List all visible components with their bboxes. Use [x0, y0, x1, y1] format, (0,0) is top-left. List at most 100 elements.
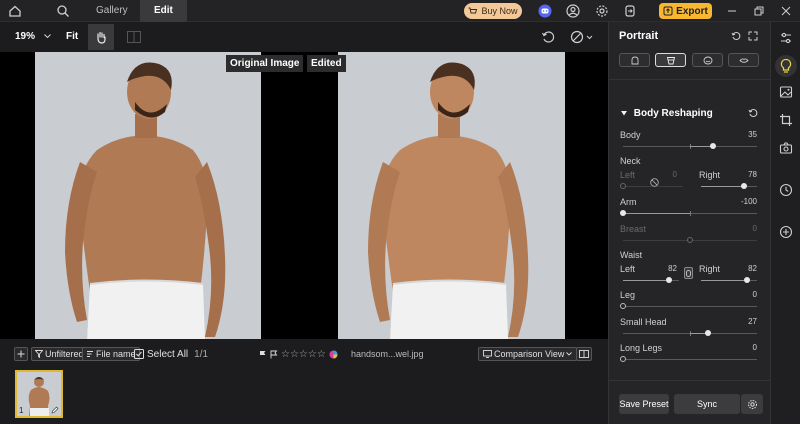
- image-canvas[interactable]: Original Image Edited: [0, 52, 608, 339]
- buy-now-button[interactable]: Buy Now: [464, 3, 522, 19]
- monitor-icon: [483, 350, 492, 358]
- restore-icon[interactable]: [751, 3, 767, 19]
- waist-right-label: Right: [699, 264, 721, 274]
- share-icon[interactable]: [622, 3, 638, 19]
- neck-right-handle[interactable]: [741, 183, 747, 189]
- export-button[interactable]: Export: [659, 3, 712, 19]
- photo-thumbnail[interactable]: 1: [15, 370, 63, 418]
- waist-left-label: Left: [620, 264, 636, 274]
- star-rating-icon[interactable]: ☆☆☆☆☆: [281, 349, 326, 360]
- edited-photo: [338, 52, 565, 339]
- leg-slider-handle[interactable]: [620, 303, 626, 309]
- zoom-level[interactable]: 19%: [15, 31, 51, 42]
- crop-icon[interactable]: [778, 112, 794, 128]
- split-view-icon[interactable]: [127, 31, 141, 43]
- sync-settings-button[interactable]: [741, 394, 763, 414]
- image-icon[interactable]: [778, 84, 794, 100]
- camera-icon[interactable]: [778, 140, 794, 156]
- reset-icon[interactable]: [731, 31, 741, 41]
- hand-tool-button[interactable]: [88, 24, 114, 50]
- settings-gear-icon[interactable]: [594, 3, 610, 19]
- breast-slider-handle[interactable]: [687, 237, 693, 243]
- breast-slider[interactable]: [623, 237, 757, 243]
- fit-button[interactable]: Fit: [66, 31, 78, 42]
- lock-disabled-icon[interactable]: [650, 178, 659, 187]
- minimize-icon[interactable]: [724, 3, 740, 19]
- tool-rail: [770, 22, 800, 424]
- history-clock-icon[interactable]: [778, 182, 794, 198]
- chevron-down-icon: [566, 352, 573, 356]
- discord-icon[interactable]: [537, 3, 553, 19]
- body-label: Body: [620, 130, 641, 140]
- body-mode-button[interactable]: [655, 53, 686, 67]
- body-reshaping-header[interactable]: Body Reshaping: [621, 108, 713, 119]
- expand-icon[interactable]: [748, 31, 758, 41]
- face-icon: [630, 56, 640, 65]
- arm-slider[interactable]: [620, 210, 757, 216]
- undo-history-icon[interactable]: [541, 30, 555, 44]
- neck-left-label: Left: [620, 170, 636, 180]
- save-preset-button[interactable]: Save Preset: [619, 394, 669, 414]
- account-icon[interactable]: [565, 3, 581, 19]
- buy-now-label: Buy Now: [481, 6, 518, 16]
- tab-gallery[interactable]: Gallery: [82, 0, 142, 22]
- original-image-label: Original Image: [226, 55, 304, 72]
- waist-label: Waist: [620, 250, 643, 260]
- original-photo: [35, 52, 261, 339]
- skin-mode-button[interactable]: [692, 53, 723, 67]
- portrait-bulb-icon[interactable]: [775, 55, 797, 77]
- small-head-slider[interactable]: [623, 330, 757, 336]
- flag-reject-icon[interactable]: [270, 350, 278, 359]
- long-legs-label: Long Legs: [620, 343, 663, 353]
- filter-dropdown[interactable]: Unfiltered: [31, 347, 88, 361]
- small-head-slider-handle[interactable]: [705, 330, 711, 336]
- waist-left-value: 82: [668, 264, 677, 273]
- adjust-sliders-icon[interactable]: [778, 30, 794, 46]
- sync-button[interactable]: Sync: [674, 394, 740, 414]
- flag-buttons: ☆☆☆☆☆: [259, 347, 338, 361]
- neck-right-value: 78: [748, 170, 757, 179]
- close-icon[interactable]: [778, 3, 794, 19]
- link-sides-icon[interactable]: [684, 267, 693, 279]
- lips-icon: [738, 56, 749, 65]
- select-all-checkbox[interactable]: Select All 1/1: [134, 347, 208, 361]
- leg-slider[interactable]: [620, 303, 757, 309]
- search-icon[interactable]: [55, 3, 71, 19]
- layout-toggle-button[interactable]: [576, 347, 592, 361]
- long-legs-value: 0: [752, 343, 757, 352]
- waist-left-slider[interactable]: [623, 277, 679, 283]
- waist-right-slider[interactable]: [701, 277, 757, 283]
- adjustment-panel: Portrait Body Reshaping Body 35 Neck Lef…: [608, 22, 771, 424]
- small-head-value: 27: [748, 317, 757, 326]
- long-legs-slider[interactable]: [620, 356, 757, 362]
- neck-right-slider[interactable]: [701, 183, 757, 189]
- home-icon[interactable]: [7, 3, 23, 19]
- face-mode-button[interactable]: [619, 53, 650, 67]
- body-slider-handle[interactable]: [710, 143, 716, 149]
- add-photo-button[interactable]: [14, 347, 28, 361]
- makeup-mode-button[interactable]: [728, 53, 759, 67]
- sort-dropdown[interactable]: File name: [82, 347, 140, 361]
- edited-pencil-icon: [51, 406, 59, 414]
- waist-left-handle[interactable]: [666, 277, 672, 283]
- compare-toggle-icon[interactable]: [570, 30, 594, 44]
- body-slider[interactable]: [623, 143, 757, 149]
- current-filename: handsom...wel.jpg: [351, 349, 424, 359]
- breast-value: 0: [752, 224, 757, 233]
- view-toolbar: 19% Fit: [0, 22, 608, 52]
- flag-pick-icon[interactable]: [259, 350, 267, 359]
- waist-right-handle[interactable]: [744, 277, 750, 283]
- leg-label: Leg: [620, 290, 636, 300]
- add-circle-icon[interactable]: [778, 224, 794, 240]
- export-label: Export: [676, 5, 708, 17]
- filter-icon: [35, 350, 43, 358]
- neck-left-handle[interactable]: [620, 183, 626, 189]
- arm-slider-handle[interactable]: [620, 210, 626, 216]
- long-legs-slider-handle[interactable]: [620, 356, 626, 362]
- select-all-label: Select All: [147, 348, 189, 360]
- body-value: 35: [748, 130, 757, 139]
- tab-edit[interactable]: Edit: [140, 0, 187, 22]
- comparison-view-dropdown[interactable]: Comparison View: [478, 347, 578, 361]
- section-reset-icon[interactable]: [748, 108, 758, 118]
- color-label-icon[interactable]: [329, 350, 338, 359]
